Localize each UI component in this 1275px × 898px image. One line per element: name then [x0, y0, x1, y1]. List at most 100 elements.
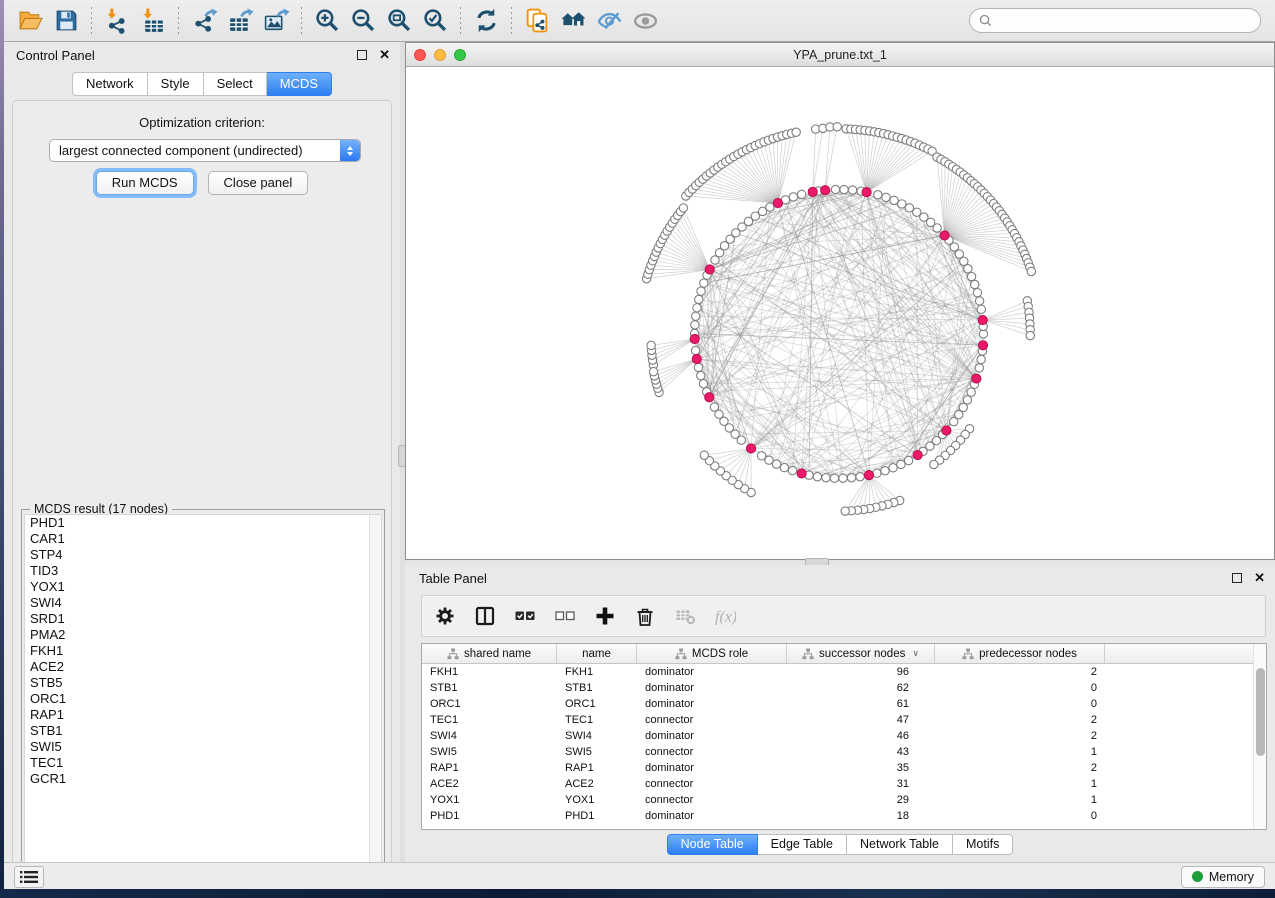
cell-predecessor-nodes[interactable]: 1 — [935, 778, 1105, 790]
cell-MCDS-role[interactable]: dominator — [637, 698, 787, 710]
table-row[interactable]: SWI4SWI4dominator462 — [422, 728, 1266, 744]
save-session-button[interactable] — [48, 4, 84, 38]
tab-motifs[interactable]: Motifs — [953, 834, 1013, 855]
open-file-button[interactable] — [12, 4, 48, 38]
close-panel-button[interactable]: Close panel — [208, 171, 309, 195]
cell-MCDS-role[interactable]: dominator — [637, 762, 787, 774]
network-canvas[interactable] — [406, 67, 1274, 559]
import-network-button[interactable] — [99, 4, 135, 38]
copy-network-button[interactable] — [519, 4, 555, 38]
tab-network-table[interactable]: Network Table — [847, 834, 953, 855]
mcds-result-item[interactable]: SWI5 — [25, 739, 381, 755]
search-input[interactable] — [998, 14, 1251, 28]
cell-shared-name[interactable]: ORC1 — [422, 698, 557, 710]
split-view-button[interactable] — [472, 603, 498, 629]
tab-mcds[interactable]: MCDS — [267, 72, 332, 96]
cell-successor-nodes[interactable]: 18 — [787, 810, 935, 822]
cell-name[interactable]: FKH1 — [557, 666, 637, 678]
cell-successor-nodes[interactable]: 29 — [787, 794, 935, 806]
cell-successor-nodes[interactable]: 96 — [787, 666, 935, 678]
optimization-criterion-dropdown[interactable]: largest connected component (undirected) — [49, 139, 361, 162]
table-row[interactable]: RAP1RAP1dominator352 — [422, 760, 1266, 776]
deselect-all-button[interactable] — [552, 603, 578, 629]
table-scrollbar-thumb[interactable] — [1256, 668, 1265, 756]
cell-MCDS-role[interactable]: dominator — [637, 666, 787, 678]
table-row[interactable]: ORC1ORC1dominator610 — [422, 696, 1266, 712]
cell-name[interactable]: YOX1 — [557, 794, 637, 806]
cell-successor-nodes[interactable]: 35 — [787, 762, 935, 774]
table-row[interactable]: SWI5SWI5connector431 — [422, 744, 1266, 760]
refresh-layout-button[interactable] — [468, 4, 504, 38]
export-image-button[interactable] — [258, 4, 294, 38]
table-scrollbar[interactable] — [1253, 644, 1266, 829]
zoom-selected-button[interactable] — [417, 4, 453, 38]
cell-name[interactable]: ORC1 — [557, 698, 637, 710]
tab-select[interactable]: Select — [204, 72, 267, 96]
cell-predecessor-nodes[interactable]: 2 — [935, 730, 1105, 742]
cell-shared-name[interactable]: STB1 — [422, 682, 557, 694]
column-header-name[interactable]: name — [557, 644, 637, 663]
cell-predecessor-nodes[interactable]: 0 — [935, 810, 1105, 822]
tab-style[interactable]: Style — [148, 72, 204, 96]
column-header-shared-name[interactable]: shared name — [422, 644, 557, 663]
column-header-predecessor-nodes[interactable]: predecessor nodes — [935, 644, 1105, 663]
cell-predecessor-nodes[interactable]: 2 — [935, 762, 1105, 774]
zoom-fit-button[interactable] — [381, 4, 417, 38]
mcds-result-item[interactable]: PHD1 — [25, 515, 381, 531]
cell-successor-nodes[interactable]: 62 — [787, 682, 935, 694]
mcds-result-item[interactable]: ACE2 — [25, 659, 381, 675]
cell-predecessor-nodes[interactable]: 0 — [935, 698, 1105, 710]
cell-MCDS-role[interactable]: connector — [637, 778, 787, 790]
close-panel-icon[interactable]: ✕ — [379, 50, 390, 60]
cell-successor-nodes[interactable]: 43 — [787, 746, 935, 758]
table-row[interactable]: TEC1TEC1connector472 — [422, 712, 1266, 728]
export-table-button[interactable] — [222, 4, 258, 38]
export-network-button[interactable] — [186, 4, 222, 38]
mcds-result-item[interactable]: GCR1 — [25, 771, 381, 787]
cell-successor-nodes[interactable]: 61 — [787, 698, 935, 710]
cell-shared-name[interactable]: ACE2 — [422, 778, 557, 790]
mcds-result-item[interactable]: PMA2 — [25, 627, 381, 643]
close-table-panel-icon[interactable]: ✕ — [1254, 573, 1265, 583]
table-settings-button[interactable] — [432, 603, 458, 629]
cell-name[interactable]: STB1 — [557, 682, 637, 694]
column-header-MCDS-role[interactable]: MCDS role — [637, 644, 787, 663]
cell-successor-nodes[interactable]: 46 — [787, 730, 935, 742]
mcds-result-item[interactable]: FKH1 — [25, 643, 381, 659]
delete-column-button[interactable] — [632, 603, 658, 629]
mcds-result-list[interactable]: PHD1CAR1STP4TID3YOX1SWI4SRD1PMA2FKH1ACE2… — [24, 514, 382, 872]
cell-shared-name[interactable]: SWI5 — [422, 746, 557, 758]
cell-MCDS-role[interactable]: dominator — [637, 730, 787, 742]
table-row[interactable]: ACE2ACE2connector311 — [422, 776, 1266, 792]
table-row[interactable]: PHD1PHD1dominator180 — [422, 808, 1266, 824]
show-all-button[interactable] — [627, 4, 663, 38]
search-field[interactable] — [969, 8, 1261, 33]
memory-button[interactable]: Memory — [1181, 866, 1265, 888]
first-neighbors-button[interactable] — [555, 4, 591, 38]
tab-network[interactable]: Network — [72, 72, 148, 96]
table-row[interactable]: YOX1YOX1connector291 — [422, 792, 1266, 808]
zoom-out-button[interactable] — [345, 4, 381, 38]
mcds-result-item[interactable]: ORC1 — [25, 691, 381, 707]
cell-MCDS-role[interactable]: dominator — [637, 810, 787, 822]
mcds-result-item[interactable]: CAR1 — [25, 531, 381, 547]
hide-selected-button[interactable] — [591, 4, 627, 38]
cell-shared-name[interactable]: RAP1 — [422, 762, 557, 774]
mcds-result-item[interactable]: TID3 — [25, 563, 381, 579]
cell-shared-name[interactable]: YOX1 — [422, 794, 557, 806]
cell-predecessor-nodes[interactable]: 2 — [935, 666, 1105, 678]
cell-successor-nodes[interactable]: 47 — [787, 714, 935, 726]
mcds-result-item[interactable]: SWI4 — [25, 595, 381, 611]
cell-predecessor-nodes[interactable]: 0 — [935, 682, 1105, 694]
table-row[interactable]: STB1STB1dominator620 — [422, 680, 1266, 696]
float-table-panel-icon[interactable] — [1232, 573, 1242, 583]
mcds-result-item[interactable]: STB5 — [25, 675, 381, 691]
tab-edge-table[interactable]: Edge Table — [758, 834, 847, 855]
column-header-successor-nodes[interactable]: successor nodes∨ — [787, 644, 935, 663]
select-all-button[interactable] — [512, 603, 538, 629]
mcds-result-item[interactable]: YOX1 — [25, 579, 381, 595]
run-mcds-button[interactable]: Run MCDS — [96, 171, 194, 195]
cell-name[interactable]: SWI5 — [557, 746, 637, 758]
automation-panel-button[interactable] — [14, 866, 44, 888]
cell-MCDS-role[interactable]: dominator — [637, 682, 787, 694]
